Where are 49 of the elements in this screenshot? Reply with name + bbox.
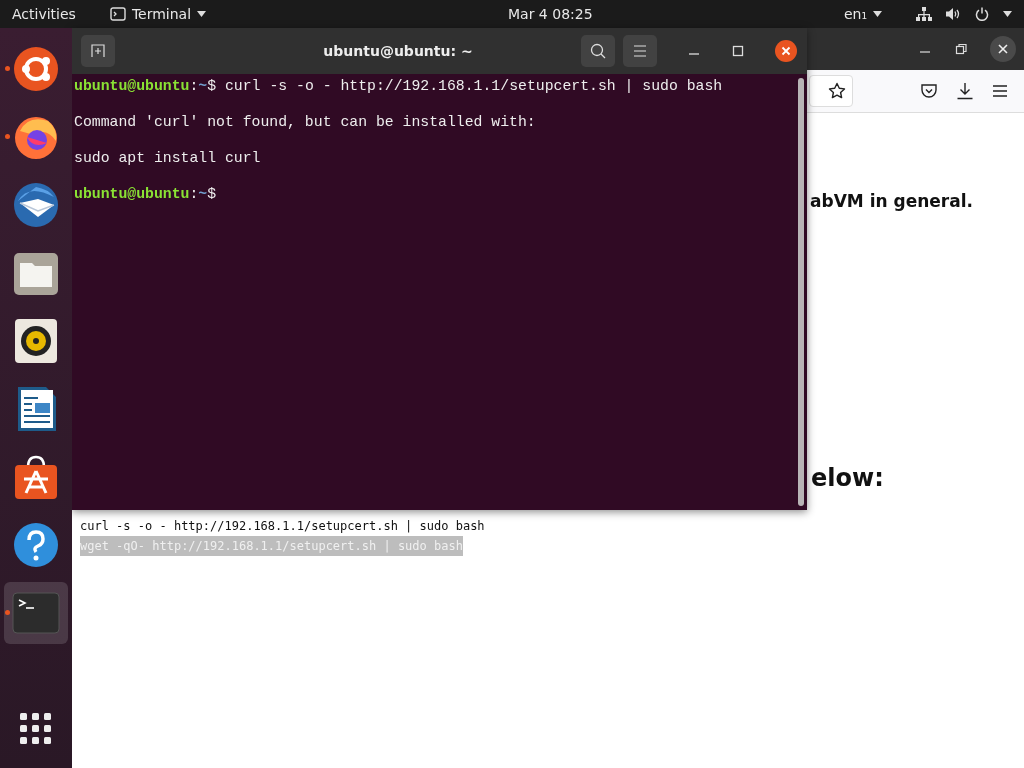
caret-icon <box>197 11 207 17</box>
menu-icon <box>633 45 647 57</box>
caret-icon <box>873 11 882 17</box>
download-icon[interactable] <box>956 82 974 100</box>
prompt-path: ~ <box>198 78 208 94</box>
prompt-path: ~ <box>198 186 208 202</box>
prompt-symbol: $ <box>207 186 217 202</box>
shopping-bag-icon <box>12 453 60 501</box>
page-heading: abVM in general. <box>810 191 973 211</box>
page-heading: elow: <box>811 464 884 492</box>
help-icon <box>12 521 60 569</box>
search-icon <box>590 43 606 59</box>
clock[interactable]: Mar 4 08:25 <box>508 2 593 26</box>
app-menu[interactable]: Terminal <box>109 2 207 26</box>
app-grid-icon <box>20 713 52 745</box>
ring-logo-icon <box>12 45 60 93</box>
output-line: Command 'curl' not found, but can be installed with: <box>74 113 537 131</box>
input-source-menu[interactable]: en₁ <box>843 2 882 26</box>
speaker-icon <box>12 317 60 365</box>
new-tab-button[interactable] <box>81 35 115 67</box>
power-icon[interactable] <box>975 7 989 21</box>
prompt-separator: : <box>189 186 199 202</box>
caret-icon[interactable] <box>1003 11 1012 17</box>
network-icon[interactable] <box>916 7 932 21</box>
code-line: curl -s -o - http://192.168.1.1/setupcert.sh | sudo bash <box>80 518 485 535</box>
command-text: curl -s -o - http://192.168.1.1/setupcert.sh | sudo bash <box>225 78 723 94</box>
prompt-separator: : <box>189 78 199 94</box>
pocket-icon[interactable] <box>920 82 938 100</box>
mail-icon <box>12 181 60 229</box>
prompt-user: ubuntu@ubuntu <box>74 78 190 94</box>
scrollbar[interactable] <box>798 78 804 506</box>
restore-icon[interactable] <box>954 42 968 56</box>
terminal-icon <box>109 7 126 21</box>
activities-button[interactable]: Activities <box>12 2 76 26</box>
prompt-symbol: $ <box>207 78 217 94</box>
volume-icon[interactable] <box>946 7 961 21</box>
prompt-user: ubuntu@ubuntu <box>74 186 190 202</box>
output-line: sudo apt install curl <box>74 149 262 167</box>
new-tab-icon <box>91 44 105 58</box>
terminal-icon <box>12 589 60 637</box>
window-title: ubuntu@ubuntu: ~ <box>322 43 474 59</box>
menu-icon[interactable] <box>992 84 1008 98</box>
close-icon[interactable] <box>990 36 1016 62</box>
close-icon[interactable] <box>775 40 797 62</box>
address-bar[interactable] <box>809 75 853 107</box>
search-button[interactable] <box>581 35 615 67</box>
maximize-icon[interactable] <box>731 44 745 58</box>
menu-button[interactable] <box>623 35 657 67</box>
bookmark-star-icon[interactable] <box>828 82 846 100</box>
